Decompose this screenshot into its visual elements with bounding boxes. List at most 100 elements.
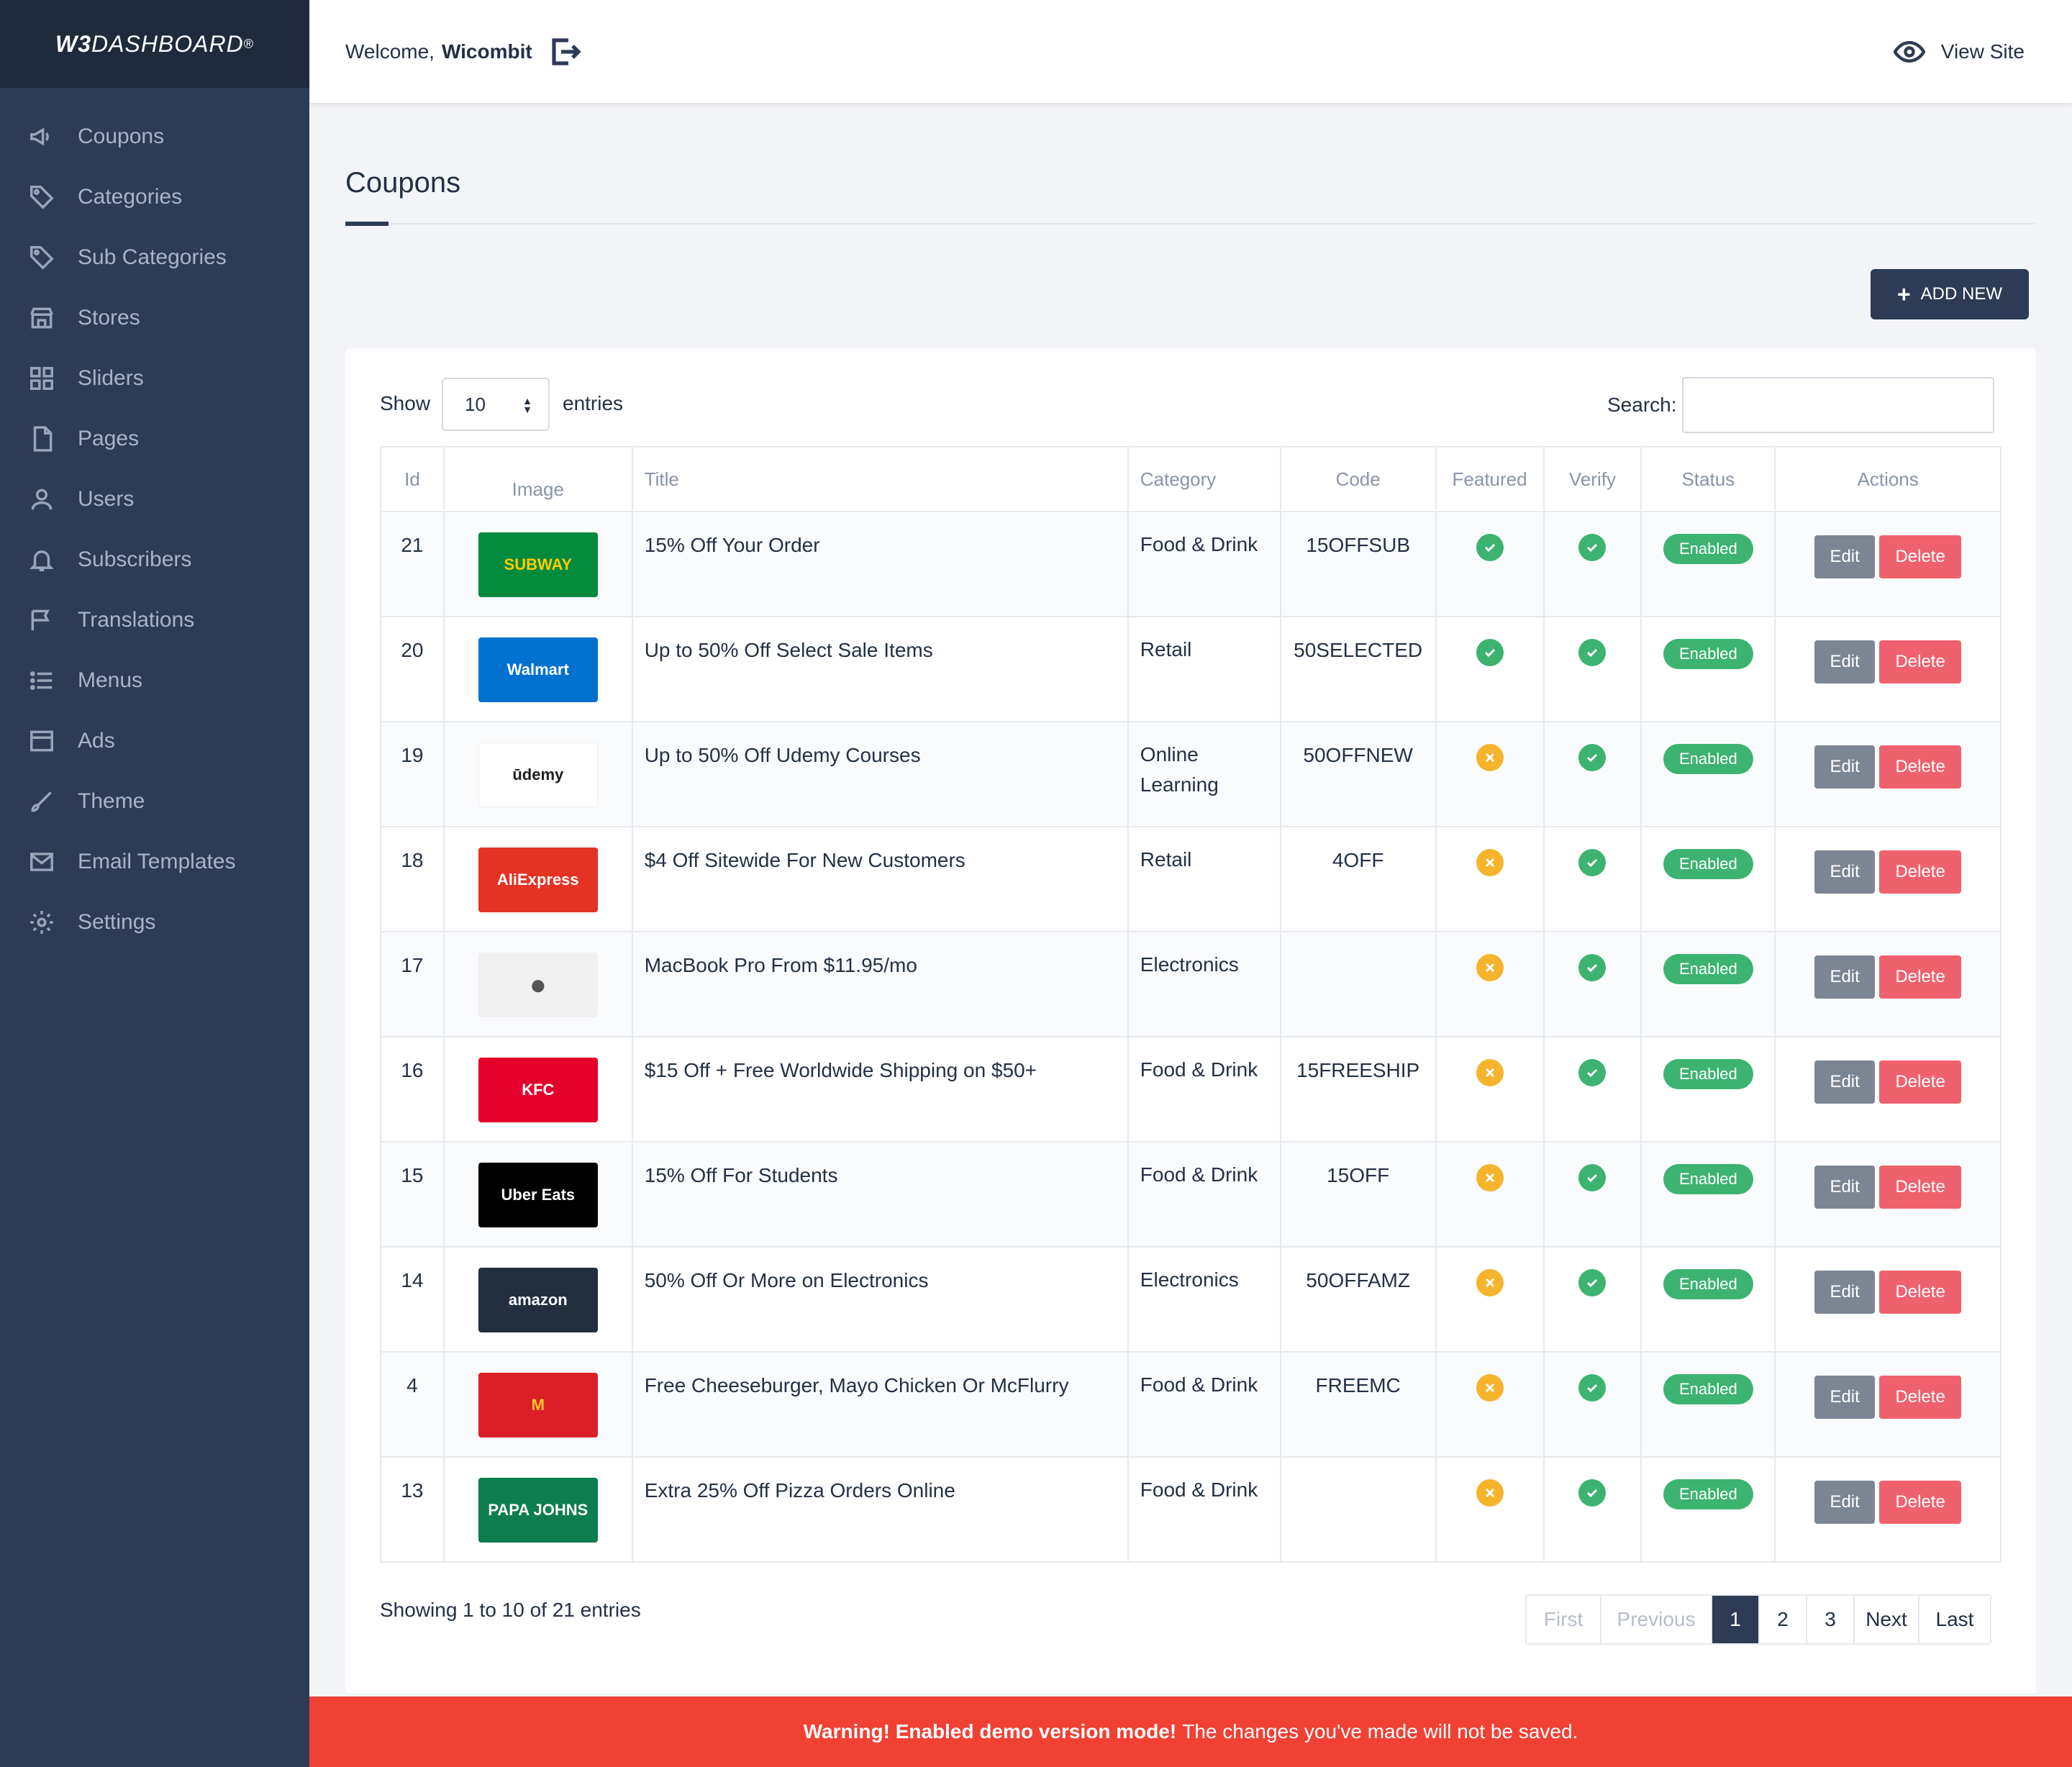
edit-button[interactable]: Edit (1814, 745, 1876, 789)
window-icon (27, 727, 56, 755)
sidebar-item-label: Categories (78, 185, 183, 209)
delete-button[interactable]: Delete (1879, 1060, 1962, 1104)
category-text: Food & Drink (1140, 533, 1258, 555)
sidebar-item-sub-categories[interactable]: Sub Categories (0, 227, 309, 288)
sidebar-item-theme[interactable]: Theme (0, 771, 309, 832)
cell-featured (1435, 931, 1545, 1037)
x-circle-icon (1476, 1374, 1504, 1402)
status-badge: Enabled (1663, 534, 1753, 564)
column-header-title[interactable]: Title (631, 446, 1129, 512)
sidebar-item-translations[interactable]: Translations (0, 590, 309, 650)
delete-button[interactable]: Delete (1879, 745, 1962, 789)
edit-button[interactable]: Edit (1814, 850, 1876, 894)
delete-button[interactable]: Delete (1879, 640, 1962, 683)
column-header-id[interactable]: Id (380, 446, 445, 512)
edit-button[interactable]: Edit (1814, 955, 1876, 999)
sidebar-item-coupons[interactable]: Coupons (0, 106, 309, 167)
sidebar-item-email-templates[interactable]: Email Templates (0, 832, 309, 892)
store-logo-text: Uber Eats (501, 1186, 576, 1204)
edit-button[interactable]: Edit (1814, 1271, 1876, 1314)
cell-category: Retail (1127, 616, 1281, 722)
delete-button[interactable]: Delete (1879, 850, 1962, 894)
check-circle-icon (1578, 849, 1607, 876)
app-logo[interactable]: W3 DASHBOARD ® (0, 0, 309, 88)
edit-button[interactable]: Edit (1814, 1481, 1876, 1524)
edit-button[interactable]: Edit (1814, 1166, 1876, 1209)
search-input[interactable] (1682, 377, 1994, 433)
x-circle-icon (1476, 954, 1504, 981)
logout-icon[interactable] (548, 35, 583, 69)
cell-id: 16 (380, 1036, 445, 1143)
welcome-prefix: Welcome, (345, 40, 435, 63)
cell-category: Food & Drink (1127, 511, 1281, 617)
cell-verify (1542, 826, 1642, 932)
edit-button[interactable]: Edit (1814, 1060, 1876, 1104)
page-3[interactable]: 3 (1807, 1596, 1855, 1643)
sidebar-item-stores[interactable]: Stores (0, 288, 309, 348)
user-icon (27, 485, 56, 514)
sidebar-item-label: Users (78, 487, 135, 511)
check-circle-icon (1476, 639, 1504, 666)
table-row: 15 Uber Eats 15% Off For Students Food & Dr… (380, 1141, 2001, 1248)
category-text: Food & Drink (1140, 1058, 1258, 1081)
store-icon (27, 304, 56, 332)
show-label: Show (380, 392, 431, 414)
store-logo: amazon (478, 1268, 598, 1332)
check-circle-icon (1578, 1059, 1607, 1086)
delete-button[interactable]: Delete (1879, 535, 1962, 578)
cell-verify (1542, 1246, 1642, 1353)
sidebar-item-sliders[interactable]: Sliders (0, 348, 309, 409)
column-header-code[interactable]: Code (1279, 446, 1437, 512)
x-circle-icon (1476, 1479, 1504, 1507)
column-header-image[interactable]: Image (442, 446, 633, 512)
sidebar-item-label: Ads (78, 729, 115, 753)
column-header-featured[interactable]: Featured (1435, 446, 1545, 512)
cell-image: PAPA JOHNS (442, 1456, 633, 1563)
column-header-category[interactable]: Category (1127, 446, 1281, 512)
column-header-status[interactable]: Status (1640, 446, 1776, 512)
cell-id: 13 (380, 1456, 445, 1563)
sidebar-item-pages[interactable]: Pages (0, 409, 309, 469)
cell-featured (1435, 721, 1545, 827)
cell-id: 20 (380, 616, 445, 722)
page-next[interactable]: Next (1855, 1596, 1919, 1643)
view-site-link[interactable]: View Site (1893, 36, 2025, 68)
sidebar: W3 DASHBOARD ® Coupons Categories Sub Catego… (0, 0, 309, 1767)
check-circle-icon (1578, 1269, 1607, 1296)
sidebar-item-settings[interactable]: Settings (0, 892, 309, 953)
cell-verify (1542, 1456, 1642, 1563)
cell-image: ūdemy (442, 721, 633, 827)
delete-button[interactable]: Delete (1879, 1481, 1962, 1524)
delete-button[interactable]: Delete (1879, 1166, 1962, 1209)
page-1[interactable]: 1 (1712, 1596, 1760, 1643)
sidebar-item-ads[interactable]: Ads (0, 711, 309, 771)
page-2[interactable]: 2 (1760, 1596, 1807, 1643)
store-logo: PAPA JOHNS (478, 1478, 598, 1543)
entries-select[interactable]: 10 ▲ ▼ (442, 378, 550, 431)
sidebar-item-users[interactable]: Users (0, 469, 309, 530)
tag-icon (27, 183, 56, 212)
add-new-button[interactable]: + ADD NEW (1871, 269, 2029, 319)
cell-status: Enabled (1640, 721, 1776, 827)
status-badge: Enabled (1663, 1059, 1753, 1089)
cell-image: M (442, 1351, 633, 1458)
sidebar-item-menus[interactable]: Menus (0, 650, 309, 711)
sidebar-item-categories[interactable]: Categories (0, 167, 309, 227)
store-logo-text: KFC (522, 1081, 555, 1099)
column-header-verify[interactable]: Verify (1542, 446, 1642, 512)
edit-button[interactable]: Edit (1814, 640, 1876, 683)
cell-title: MacBook Pro From $11.95/mo (631, 931, 1129, 1037)
edit-button[interactable]: Edit (1814, 535, 1876, 578)
cell-featured (1435, 1246, 1545, 1353)
column-header-actions[interactable]: Actions (1774, 446, 2001, 512)
delete-button[interactable]: Delete (1879, 1271, 1962, 1314)
demo-warning-banner: Warning! Enabled demo version mode! The … (309, 1696, 2072, 1767)
cell-code: 50OFFAMZ (1279, 1246, 1437, 1353)
store-logo: AliExpress (478, 848, 598, 912)
search-label: Search: (1607, 394, 1677, 416)
delete-button[interactable]: Delete (1879, 1376, 1962, 1419)
delete-button[interactable]: Delete (1879, 955, 1962, 999)
sidebar-item-subscribers[interactable]: Subscribers (0, 530, 309, 590)
page-last[interactable]: Last (1919, 1596, 1990, 1643)
edit-button[interactable]: Edit (1814, 1376, 1876, 1419)
